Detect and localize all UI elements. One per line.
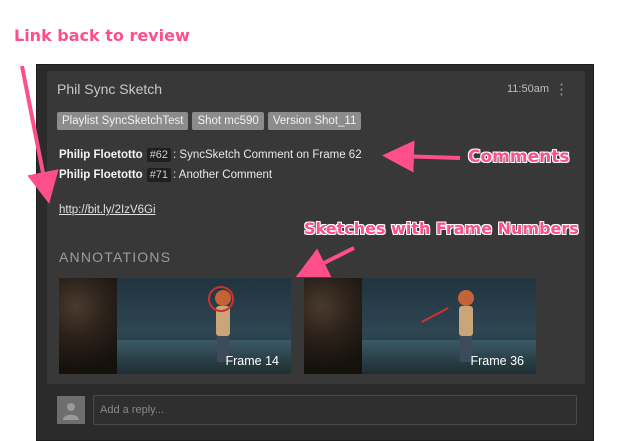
callout-comments: Comments	[468, 147, 570, 167]
chat-card: Phil Sync Sketch 11:50am ⋮ Playlist Sync…	[36, 64, 594, 441]
sketch-circle	[208, 286, 234, 312]
callout-sketches: Sketches with Frame Numbers	[304, 219, 579, 238]
comment-author: Philip Floetotto	[59, 169, 143, 181]
user-avatar-icon	[57, 396, 85, 424]
comment-text: : SyncSketch Comment on Frame 62	[173, 149, 362, 161]
kebab-menu-icon[interactable]: ⋮	[554, 81, 569, 99]
comment-text: : Another Comment	[173, 169, 273, 181]
annotation-thumbnail[interactable]: Frame 14	[59, 278, 291, 374]
tree-background	[59, 278, 117, 374]
tag-playlist[interactable]: Playlist SyncSketchTest	[57, 112, 189, 130]
character-figure	[456, 290, 476, 362]
annotation-thumbnails: Frame 14 Frame 36	[59, 278, 536, 374]
comment-row: Philip Floetotto #71 : Another Comment	[59, 165, 362, 185]
comment-number[interactable]: #71	[146, 168, 172, 182]
reply-bar	[57, 395, 577, 425]
comment-row: Philip Floetotto #62 : SyncSketch Commen…	[59, 145, 362, 165]
reply-input[interactable]	[93, 395, 577, 425]
sketch-stroke	[421, 307, 449, 323]
frame-label: Frame 36	[470, 354, 525, 368]
sender-name: Phil Sync Sketch	[57, 81, 163, 97]
frame-label: Frame 14	[225, 354, 280, 368]
comment-author: Philip Floetotto	[59, 149, 143, 161]
message-time: 11:50am	[507, 83, 549, 95]
tag-version[interactable]: Version Shot_11	[267, 112, 362, 130]
callout-link-back: Link back to review	[14, 26, 190, 45]
message-header: Phil Sync Sketch 11:50am ⋮	[57, 81, 575, 101]
tag-list: Playlist SyncSketchTest Shot mc590 Versi…	[57, 112, 362, 130]
annotation-thumbnail[interactable]: Frame 36	[304, 278, 536, 374]
tag-shot[interactable]: Shot mc590	[192, 112, 264, 130]
comment-list: Philip Floetotto #62 : SyncSketch Commen…	[59, 145, 362, 185]
annotations-title: ANNOTATIONS	[59, 249, 172, 265]
tree-background	[304, 278, 362, 374]
comment-number[interactable]: #62	[146, 148, 172, 162]
review-link[interactable]: http://bit.ly/2IzV6Gi	[59, 204, 156, 216]
